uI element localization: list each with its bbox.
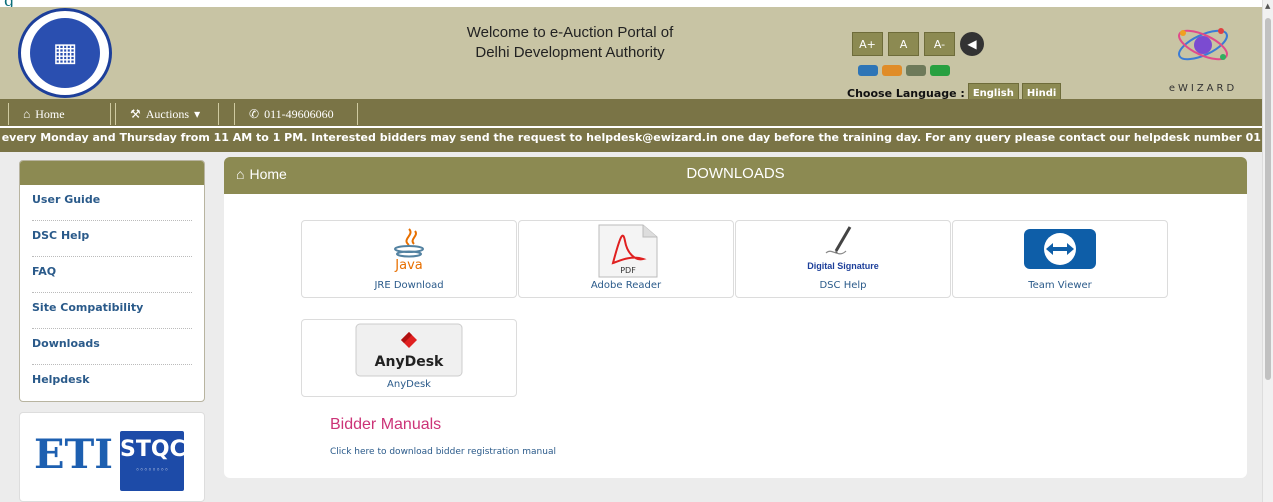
theme-green-button[interactable] [930,65,950,76]
theme-blue-button[interactable] [858,65,878,76]
scrollbar-thumb[interactable] [1265,18,1271,380]
main-nav: ⌂ Home ⚒ Auctions ▾ ✆ 011-49606060 [0,99,1262,126]
download-card-label: DSC Help [819,280,867,291]
download-card-label: Adobe Reader [590,280,662,291]
speaker-icon[interactable]: ◀ [960,32,984,56]
sidebar-item-helpdesk[interactable]: Helpdesk [32,365,192,401]
java-icon-text: Java [394,258,422,273]
nav-auctions[interactable]: ⚒ Auctions ▾ [115,103,219,125]
download-card-dsc[interactable]: Digital Signature DSC Help [735,220,951,298]
font-size-controls: A+ A A- ◀ [852,32,984,56]
news-ticker: d every Monday and Thursday from 11 AM t… [0,126,1262,152]
theme-swatches [858,65,950,76]
digital-signature-icon: Digital Signature [807,226,879,271]
certification-logos: ETI STQC ◦◦◦◦◦◦◦◦ [19,412,205,502]
welcome-text: Welcome to e-Auction Portal of Delhi Dev… [420,23,720,63]
font-normal-button[interactable]: A [888,32,919,56]
download-card-label: AnyDesk [387,379,431,390]
caret-down-icon: ▾ [194,106,201,121]
sidebar: User Guide DSC Help FAQ Site Compatibili… [19,160,205,402]
welcome-line-2: Delhi Development Authority [475,44,665,61]
nav-home-label: Home [35,106,65,121]
ewizard-brand-text: eWIZARD [1168,83,1238,94]
eti-logo: ETI [34,431,113,478]
ewizard-logo: eWIZARD [1148,19,1258,99]
top-strip: g [0,0,1262,10]
dda-logo: ▦ [18,8,112,98]
anydesk-icon: AnyDesk [355,323,463,377]
download-card-anydesk[interactable]: AnyDesk AnyDesk [301,319,517,397]
ticker-text: d every Monday and Thursday from 11 AM t… [0,131,1262,144]
download-card-label: Team Viewer [1028,280,1092,291]
sidebar-header [20,161,204,185]
stqc-logo: STQC ◦◦◦◦◦◦◦◦ [120,431,186,491]
downloads-panel: ⌂ Home DOWNLOADS Java JRE Download PDF A… [224,157,1247,478]
font-increase-button[interactable]: A+ [852,32,883,56]
anydesk-icon-text: AnyDesk [375,354,444,370]
sidebar-item-faq[interactable]: FAQ [32,257,192,293]
java-icon: Java [394,228,424,273]
theme-olive-button[interactable] [906,65,926,76]
digital-signature-text: Digital Signature [807,261,879,271]
nav-home[interactable]: ⌂ Home [8,103,111,125]
welcome-line-1: Welcome to e-Auction Portal of [466,24,674,41]
nav-phone[interactable]: ✆ 011-49606060 [234,103,358,125]
pdf-icon-text: PDF [620,266,636,275]
download-card-adobe[interactable]: PDF Adobe Reader [518,220,734,298]
download-card-label: JRE Download [374,280,444,291]
sidebar-item-site-compatibility[interactable]: Site Compatibility [32,293,192,329]
theme-orange-button[interactable] [882,65,902,76]
font-decrease-button[interactable]: A- [924,32,955,56]
vertical-scrollbar[interactable]: ▲ [1262,0,1273,502]
scroll-up-arrow-icon[interactable]: ▲ [1265,2,1270,10]
sidebar-item-user-guide[interactable]: User Guide [32,185,192,221]
panel-header: ⌂ Home DOWNLOADS [224,157,1247,194]
bidder-manual-link[interactable]: Click here to download bidder registrati… [330,447,556,457]
sidebar-item-dsc-help[interactable]: DSC Help [32,221,192,257]
pdf-icon: PDF [598,224,658,278]
teamviewer-icon [1024,229,1096,269]
site-header: ▦ Welcome to e-Auction Portal of Delhi D… [0,7,1262,104]
phone-icon: ✆ [249,106,260,121]
gavel-icon: ⚒ [130,106,141,121]
nav-auctions-label: Auctions [145,106,190,121]
bidder-manuals-heading: Bidder Manuals [330,416,442,433]
sidebar-item-downloads[interactable]: Downloads [32,329,192,365]
ewizard-orb-icon [1173,19,1233,71]
dda-emblem-icon: ▦ [30,18,100,88]
home-icon: ⌂ [23,106,31,121]
download-card-teamviewer[interactable]: Team Viewer [952,220,1168,298]
page-title: DOWNLOADS [686,165,785,182]
nav-phone-label: 011-49606060 [264,106,334,121]
download-card-jre[interactable]: Java JRE Download [301,220,517,298]
